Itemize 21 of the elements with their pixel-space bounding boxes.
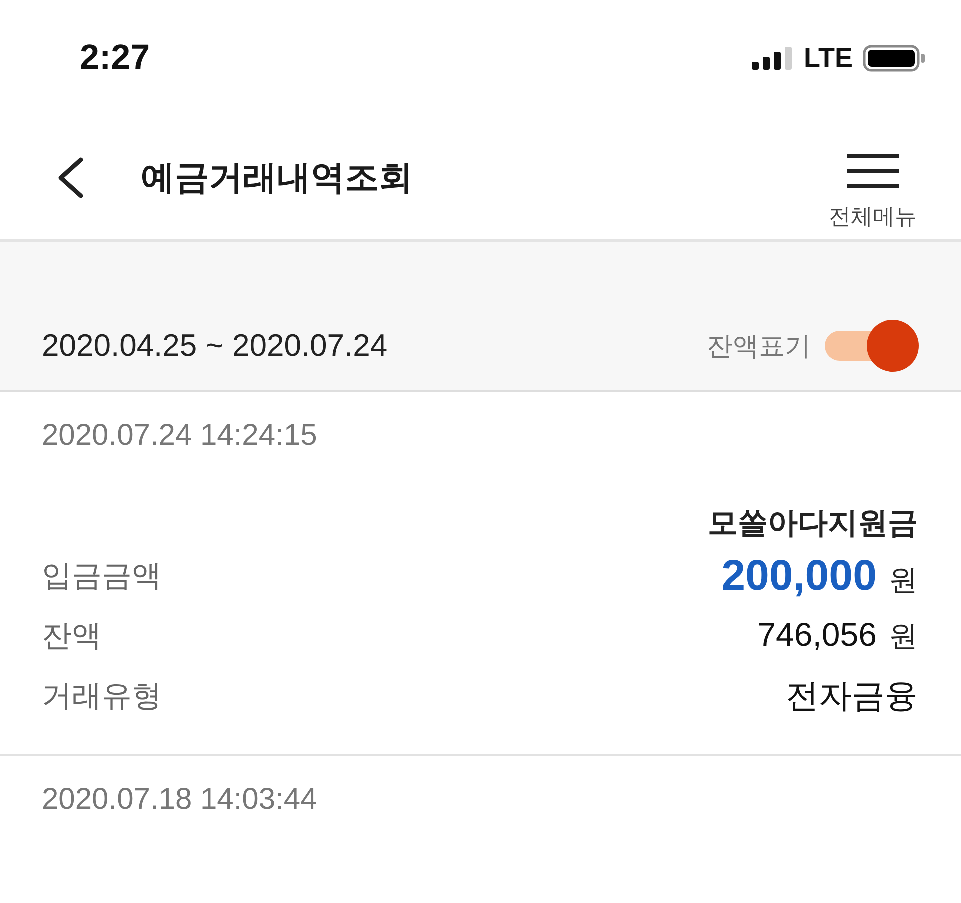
menu-icon	[847, 154, 899, 188]
field-label: 입금금액	[42, 558, 162, 594]
menu-button[interactable]: 전체메뉴	[829, 154, 917, 232]
signal-icon	[752, 46, 794, 70]
currency-unit: 원	[889, 620, 918, 654]
toggle-label: 잔액표기	[707, 330, 811, 362]
transaction-datetime: 2020.07.24 14:24:15	[42, 418, 318, 454]
field-label: 거래유형	[42, 678, 162, 714]
page-title: 예금거래내역조회	[141, 158, 413, 198]
status-time: 2:27	[80, 38, 150, 78]
battery-icon	[863, 44, 925, 72]
field-value: 전자금융	[786, 676, 918, 716]
currency-unit: 원	[889, 564, 918, 598]
transaction-description: 모쏠아다지원금	[708, 506, 918, 542]
network-label: LTE	[804, 42, 853, 74]
transaction-datetime: 2020.07.18 14:03:44	[42, 782, 318, 818]
field-label: 잔액	[42, 618, 102, 654]
deposit-amount: 200,000	[722, 552, 877, 600]
field-value: 746,056	[758, 616, 877, 654]
date-range[interactable]: 2020.04.25 ~ 2020.07.24	[42, 328, 388, 364]
balance-switch[interactable]	[825, 320, 919, 372]
